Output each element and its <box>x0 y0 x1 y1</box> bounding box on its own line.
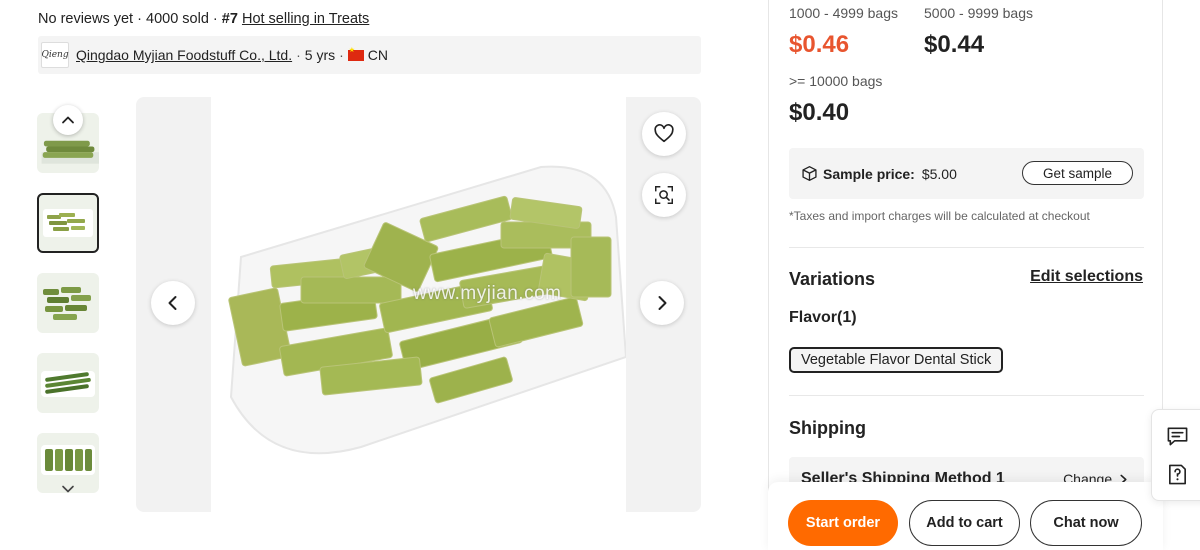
variations-title: Variations <box>789 269 876 289</box>
price-tier-range: >= 10000 bags <box>789 73 883 89</box>
box-icon <box>802 166 817 181</box>
flavor-label: Flavor(1) <box>789 309 857 326</box>
action-bar: Start order Add to cart Chat now <box>768 482 1163 550</box>
previous-image-button[interactable] <box>151 281 195 325</box>
price-tier-value: $0.46 <box>789 31 850 58</box>
thumbnail-image <box>43 287 91 320</box>
thumbnail-4[interactable] <box>37 353 99 413</box>
purchase-panel: 1000 - 4999 bags $0.46 5000 - 9999 bags … <box>768 0 1163 550</box>
divider <box>789 395 1144 396</box>
start-order-button[interactable]: Start order <box>788 500 898 546</box>
meta-separator: · <box>137 11 142 27</box>
image-search-icon <box>655 186 673 204</box>
chevron-down-icon <box>62 485 74 493</box>
supplier-name-link[interactable]: Qingdao Myjian Foodstuff Co., Ltd. <box>76 47 292 63</box>
price-tier-range: 5000 - 9999 bags <box>924 5 1033 21</box>
feedback-icon <box>1168 464 1186 484</box>
thumbnail-image <box>41 371 95 397</box>
supplier-country: CN <box>367 47 389 63</box>
shipping-title: Shipping <box>789 418 866 438</box>
messages-button[interactable] <box>1164 423 1190 449</box>
image-search-button[interactable] <box>642 173 686 217</box>
sold-count: 4000 sold <box>146 11 209 27</box>
supplier-logo-text: Qieng <box>41 50 69 60</box>
tax-note: *Taxes and import charges will be calcul… <box>789 209 1090 223</box>
favorite-button[interactable] <box>642 112 686 156</box>
thumbnail-image <box>43 209 93 237</box>
product-meta-line: No reviews yet · 4000 sold · #7 Hot sell… <box>38 11 369 27</box>
ranking-link[interactable]: Hot selling in Treats <box>242 11 369 27</box>
thumbnails-scroll-down-button[interactable] <box>53 474 83 504</box>
chevron-left-icon <box>168 296 177 310</box>
price-tier-value: $0.40 <box>789 99 850 126</box>
reviews-count: No reviews yet <box>38 11 134 27</box>
price-tier-value: $0.44 <box>924 31 985 58</box>
chevron-right-icon <box>658 296 667 310</box>
china-flag-icon <box>347 47 364 61</box>
thumbnail-3[interactable] <box>37 273 99 333</box>
meta-separator: · <box>212 11 218 27</box>
supplier-years: 5 yrs <box>304 47 336 63</box>
supplier-separator: · <box>296 47 301 63</box>
divider <box>789 247 1144 248</box>
heart-icon <box>654 124 674 143</box>
next-image-button[interactable] <box>640 281 684 325</box>
floating-side-tools <box>1151 409 1200 501</box>
sample-price-value: $5.00 <box>921 165 957 182</box>
message-icon <box>1167 427 1187 445</box>
main-product-image[interactable]: www.myjian.com <box>136 97 701 512</box>
sample-price-box: Sample price: $5.00 Get sample <box>789 148 1144 199</box>
chat-now-button[interactable]: Chat now <box>1030 500 1142 546</box>
thumbnails-scroll-up-button[interactable] <box>53 105 83 135</box>
supplier-logo[interactable]: Qieng <box>41 42 69 68</box>
edit-selections-link[interactable]: Edit selections <box>1030 268 1143 286</box>
add-to-cart-button[interactable]: Add to cart <box>909 500 1020 546</box>
image-watermark: www.myjian.com <box>413 283 562 304</box>
supplier-separator: · <box>339 47 344 63</box>
product-photo: www.myjian.com <box>211 97 626 512</box>
sample-price-label: Sample price: <box>823 165 915 182</box>
thumbnail-2[interactable] <box>37 193 99 253</box>
feedback-button[interactable] <box>1164 461 1190 487</box>
rank-badge: #7 <box>221 11 238 27</box>
get-sample-button[interactable]: Get sample <box>1022 161 1133 185</box>
flavor-option-chip[interactable]: Vegetable Flavor Dental Stick <box>789 347 1004 373</box>
chevron-up-icon <box>62 116 74 124</box>
supplier-bar: Qieng Qingdao Myjian Foodstuff Co., Ltd.… <box>38 36 701 74</box>
price-tier-range: 1000 - 4999 bags <box>789 5 898 21</box>
